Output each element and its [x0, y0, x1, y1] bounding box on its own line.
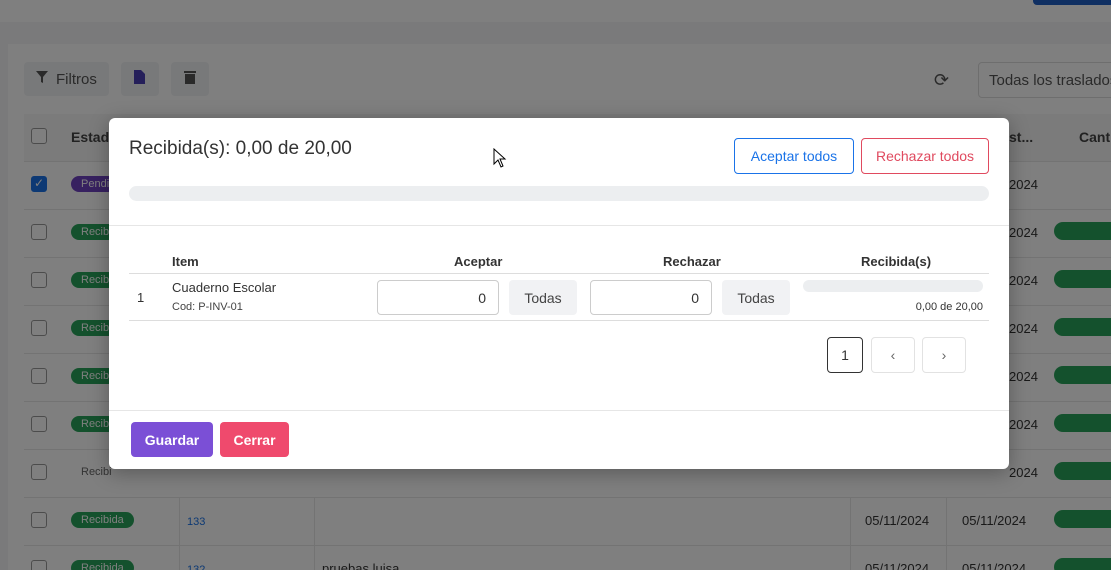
reject-quantity-input[interactable]: [590, 280, 712, 315]
page-1-button[interactable]: 1: [827, 337, 863, 373]
modal-title: Recibida(s): 0,00 de 20,00: [129, 138, 352, 159]
row-index: 1: [137, 290, 145, 305]
next-page-button[interactable]: ›: [922, 337, 966, 373]
header-item: Item: [172, 254, 199, 269]
close-button[interactable]: Cerrar: [220, 422, 289, 457]
accept-quantity-input[interactable]: [377, 280, 499, 315]
receive-modal: Recibida(s): 0,00 de 20,00 Aceptar todos…: [109, 118, 1009, 469]
chevron-left-icon: ‹: [890, 347, 896, 363]
header-reject: Rechazar: [663, 254, 721, 269]
item-name: Cuaderno Escolar: [172, 280, 277, 295]
accept-all-button[interactable]: Aceptar todos: [734, 138, 854, 174]
item-code: Cod: P-INV-01: [172, 301, 243, 313]
header-accept: Aceptar: [454, 254, 503, 269]
row-received-text: 0,00 de 20,00: [915, 301, 983, 313]
row-received-progress-bar: [803, 280, 983, 292]
chevron-right-icon: ›: [941, 347, 947, 363]
modal-divider: [109, 225, 1009, 226]
accept-all-row-button[interactable]: Todas: [509, 280, 577, 315]
modal-footer-divider: [109, 410, 1009, 411]
table-header-line: [129, 273, 989, 274]
save-button[interactable]: Guardar: [131, 422, 213, 457]
reject-all-button[interactable]: Rechazar todos: [861, 138, 989, 174]
header-received: Recibida(s): [861, 254, 932, 269]
mouse-cursor-icon: [493, 148, 507, 168]
prev-page-button[interactable]: ‹: [871, 337, 915, 373]
table-row-line: [129, 320, 989, 321]
received-progress-bar: [129, 186, 989, 201]
reject-all-row-button[interactable]: Todas: [722, 280, 790, 315]
